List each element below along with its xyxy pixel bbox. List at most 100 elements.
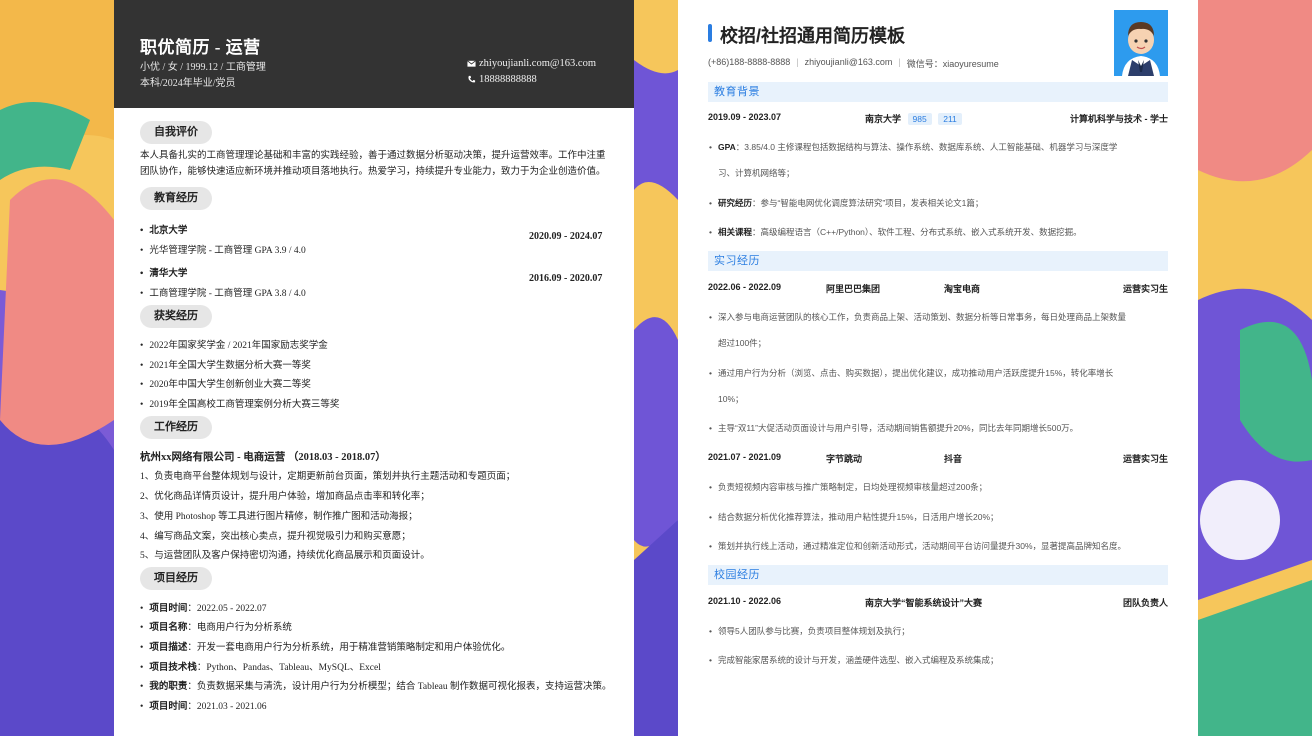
section-campus: 校园经历 — [708, 565, 1168, 585]
intern-dept: 抖音 — [944, 454, 963, 464]
intern-date: 2021.07 - 2021.09 — [708, 452, 782, 462]
edu-major: 计算机科学与技术 - 学士 — [1070, 114, 1168, 124]
contact-phone: (+86)188-8888-8888 — [708, 57, 791, 67]
bullet-text: 主导“双11”大促活动页面设计与用户引导，活动期间销售额提升20%，同比去年同期… — [718, 423, 1079, 433]
award-item: 2021年全国大学生数据分析大赛一等奖 — [140, 357, 311, 371]
work-item: 3、使用 Photoshop 等工具进行图片精修，制作推广图和活动海报； — [140, 512, 418, 522]
project-item: 项目时间：2021.03 - 2021.06 — [140, 698, 267, 712]
self-evaluation-text: 本人具备扎实的工商管理理论基础和丰富的实践经验，善于通过数据分析驱动决策，提升运… — [140, 151, 606, 177]
intern-dept: 淘宝电商 — [944, 284, 981, 294]
section-work: 工作经历 — [140, 416, 212, 439]
edu-bullet: GPA：3.85/4.0 主修课程包括数据结构与算法、操作系统、数据库系统、人工… — [709, 134, 1158, 186]
edu-row: 2019.09 - 2023.07 南京大学 985 211 计算机科学与技术 … — [708, 112, 1168, 126]
bullet-text: ：参与“智能电网优化调度算法研究”项目，发表相关论文1篇； — [752, 198, 984, 208]
campus-date: 2021.10 - 2022.06 — [708, 596, 782, 606]
mail-icon — [467, 60, 476, 67]
campus-org: 南京大学“智能系统设计”大赛 — [865, 598, 983, 608]
edu-date: 2016.09 - 2020.07 — [529, 273, 603, 284]
campus-bullet: 完成智能家居系统的设计与开发，涵盖硬件选型、嵌入式编程及系统集成； — [709, 647, 1158, 673]
intern-bullet: 主导“双11”大促活动页面设计与用户引导，活动期间销售额提升20%，同比去年同期… — [709, 415, 1158, 441]
project-value: ：开发一套电商用户行为分析系统，用于精准营销策略制定和用户体验优化。 — [187, 643, 511, 653]
email-line: zhiyoujianli.com@163.com — [467, 58, 596, 69]
bullet-text: 10%； — [718, 394, 744, 404]
project-item: 我的职责：负责数据采集与清洗，设计用户行为分析模型；结合 Tableau 制作数… — [140, 678, 612, 692]
separator: | — [796, 57, 799, 67]
contact-email: zhiyoujianli@163.com — [804, 57, 893, 67]
section-self-evaluation: 自我评价 — [140, 121, 212, 144]
degree-info: 本科/2024年毕业/党员 — [140, 78, 236, 89]
phone-text: 18888888888 — [479, 74, 537, 85]
project-value: ：负责数据采集与清洗，设计用户行为分析模型；结合 Tableau 制作数据可视化… — [187, 682, 612, 692]
intern-bullet: 结合数据分析优化推荐算法，推动用户粘性提升15%，日活用户增长20%； — [709, 504, 1158, 530]
title-accent-bar — [708, 24, 712, 42]
project-label: 项目时间 — [149, 604, 188, 614]
section-education: 教育背景 — [708, 82, 1168, 102]
contact-wechat: 微信号：xiaoyuresume — [906, 59, 999, 69]
phone-icon — [468, 75, 476, 83]
project-item: 项目技术栈：Python、Pandas、Tableau、MySQL、Excel — [140, 659, 381, 673]
award-item: 2022年国家奖学金 / 2021年国家励志奖学金 — [140, 337, 327, 351]
basic-info: 小优 / 女 / 1999.12 / 工商管理 — [140, 62, 266, 73]
edu-school: 清华大学 — [140, 265, 187, 279]
work-item: 5、与运营团队及客户保持密切沟通，持续优化商品展示和页面设计。 — [140, 551, 430, 561]
contact-line: (+86)188-8888-8888 | zhiyoujianli@163.co… — [708, 57, 999, 70]
edu-school: 南京大学 985 211 — [865, 112, 962, 125]
work-title: 杭州xx网络有限公司 - 电商运营 （2018.03 - 2018.07） — [140, 452, 386, 463]
campus-role: 团队负责人 — [1122, 598, 1168, 608]
section-awards: 获奖经历 — [140, 305, 212, 328]
work-item: 1、负责电商平台整体规划与设计，定期更新前台页面，策划并执行主题活动和专题页面； — [140, 472, 516, 482]
project-item: 项目名称：电商用户行为分析系统 — [140, 619, 292, 633]
bullet-text: 通过用户行为分析（浏览、点击、购买数据），提出优化建议，成功推动用户活跃度提升1… — [718, 368, 1114, 378]
project-value: ：Python、Pandas、Tableau、MySQL、Excel — [196, 663, 381, 673]
award-item: 2020年中国大学生创新创业大赛二等奖 — [140, 376, 311, 390]
phone-line: 18888888888 — [467, 74, 537, 85]
project-item: 项目描述：开发一套电商用户行为分析系统，用于精准营销策略制定和用户体验优化。 — [140, 639, 510, 653]
bullet-text: 超过100件； — [718, 338, 767, 348]
edu-detail: 工商管理学院 - 工商管理 GPA 3.8 / 4.0 — [140, 285, 305, 299]
avatar — [1114, 10, 1168, 76]
edu-bullet: 相关课程：高级编程语言（C++/Python）、软件工程、分布式系统、嵌入式系统… — [709, 219, 1158, 245]
intern-bullet: 策划并执行线上活动，通过精准定位和创新活动形式，活动期间平台访问量提升30%，显… — [709, 533, 1158, 559]
project-value: ：2022.05 - 2022.07 — [187, 604, 267, 614]
intern-date: 2022.06 - 2022.09 — [708, 282, 782, 292]
resume-header: 职优简历 - 运营 小优 / 女 / 1999.12 / 工商管理 本科/202… — [114, 0, 634, 108]
separator: | — [898, 57, 901, 67]
resume-name: 职优简历 - 运营 — [140, 38, 261, 57]
campus-bullet: 领导5人团队参与比赛，负责项目整体规划及执行； — [709, 618, 1158, 644]
tag-badge: 985 — [907, 113, 932, 125]
section-internship: 实习经历 — [708, 251, 1168, 271]
edu-school: 北京大学 — [140, 222, 187, 236]
edu-date: 2019.09 - 2023.07 — [708, 112, 782, 122]
intern-bullet: 深入参与电商运营团队的核心工作，负责商品上架、活动策划、数据分析等日常事务，每日… — [709, 304, 1158, 356]
intern-row: 2021.07 - 2021.09 字节跳动 抖音 运营实习生 — [708, 452, 1168, 466]
intern-role: 运营实习生 — [1122, 284, 1168, 294]
bullet-text: 深入参与电商运营团队的核心工作，负责商品上架、活动策划、数据分析等日常事务，每日… — [718, 312, 1127, 322]
project-label: 项目名称 — [149, 623, 188, 633]
section-education: 教育经历 — [140, 187, 212, 210]
work-item: 4、编写商品文案，突出核心卖点，提升视觉吸引力和购买意愿； — [140, 532, 411, 542]
bullet-text: 习、计算机网络等； — [718, 168, 795, 178]
award-item: 2019年全国高校工商管理案例分析大赛三等奖 — [140, 396, 339, 410]
bullet-text: ：高级编程语言（C++/Python）、软件工程、分布式系统、嵌入式系统开发、数… — [752, 227, 1082, 237]
intern-company: 阿里巴巴集团 — [826, 284, 881, 294]
intern-role: 运营实习生 — [1122, 454, 1168, 464]
project-value: ：电商用户行为分析系统 — [187, 623, 292, 633]
avatar-illustration-icon — [1114, 10, 1168, 76]
bullet-label: 研究经历 — [718, 198, 753, 208]
bullet-label: GPA — [718, 142, 736, 152]
intern-bullet: 负责短视频内容审核与推广策略制定，日均处理视频审核量超过200条； — [709, 474, 1158, 500]
intern-company: 字节跳动 — [826, 454, 863, 464]
resume-left: 职优简历 - 运营 小优 / 女 / 1999.12 / 工商管理 本科/202… — [114, 0, 634, 736]
project-item: 项目时间：2022.05 - 2022.07 — [140, 600, 267, 614]
project-label: 项目时间 — [149, 702, 188, 712]
project-value: ：2021.03 - 2021.06 — [187, 702, 267, 712]
resume-title: 校招/社招通用简历模板 — [720, 26, 905, 46]
project-label: 项目技术栈 — [149, 663, 197, 673]
work-item: 2、优化商品详情页设计，提升用户体验，增加商品点击率和转化率； — [140, 492, 430, 502]
edu-detail: 光华管理学院 - 工商管理 GPA 3.9 / 4.0 — [140, 242, 305, 256]
project-label: 项目描述 — [149, 643, 188, 653]
edu-date: 2020.09 - 2024.07 — [529, 231, 603, 242]
edu-bullet: 研究经历：参与“智能电网优化调度算法研究”项目，发表相关论文1篇； — [709, 190, 1158, 216]
campus-row: 2021.10 - 2022.06 南京大学“智能系统设计”大赛 团队负责人 — [708, 596, 1168, 610]
section-projects: 项目经历 — [140, 567, 212, 590]
